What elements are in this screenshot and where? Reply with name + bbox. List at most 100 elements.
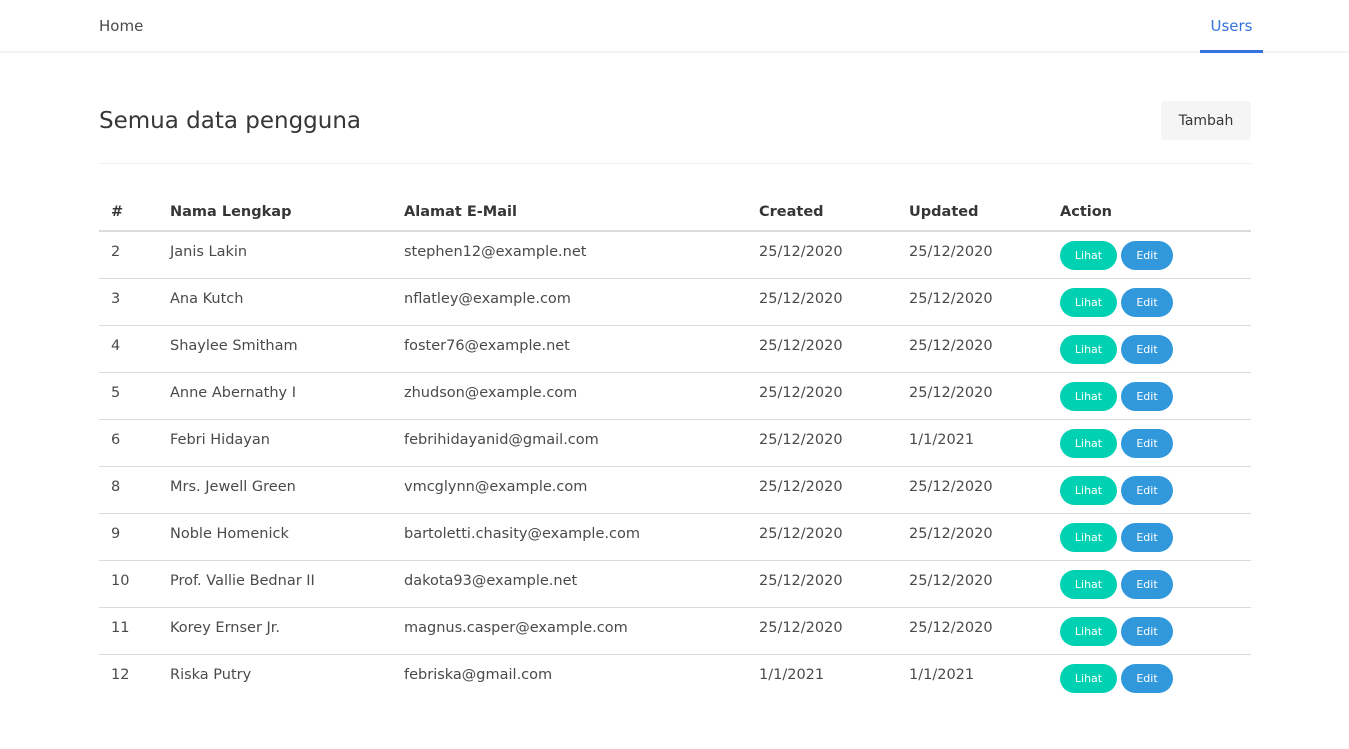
edit-button[interactable]: Edit bbox=[1121, 663, 1173, 693]
cell-created: 25/12/2020 bbox=[747, 372, 897, 420]
cell-created: 25/12/2020 bbox=[747, 231, 897, 279]
cell-email: nflatley@example.com bbox=[392, 278, 747, 326]
cell-updated: 1/1/2021 bbox=[897, 419, 1048, 467]
page-header: Semua data pengguna Tambah bbox=[99, 100, 1251, 164]
cell-email: zhudson@example.com bbox=[392, 372, 747, 420]
cell-created: 25/12/2020 bbox=[747, 466, 897, 514]
cell-updated: 25/12/2020 bbox=[897, 466, 1048, 514]
table-row: 4 Shaylee Smitham foster76@example.net 25/1… bbox=[99, 325, 1251, 373]
users-table: # Nama Lengkap Alamat E-Mail Created Upd… bbox=[99, 193, 1251, 701]
cell-number: 10 bbox=[99, 560, 158, 608]
table-row: 6 Febri Hidayan febrihidayanid@gmail.com 25… bbox=[99, 419, 1251, 467]
cell-name: Riska Putry bbox=[170, 666, 252, 683]
cell-actions: Lihat Edit bbox=[1048, 607, 1251, 655]
cell-actions: Lihat Edit bbox=[1048, 372, 1251, 420]
cell-updated: 25/12/2020 bbox=[897, 607, 1048, 655]
cell-actions: Lihat Edit bbox=[1048, 419, 1251, 467]
view-button[interactable]: Lihat bbox=[1060, 428, 1117, 458]
cell-created: 25/12/2020 bbox=[747, 325, 897, 373]
page-title: Semua data pengguna bbox=[99, 108, 362, 134]
table-header-row: # Nama Lengkap Alamat E-Mail Created Upd… bbox=[99, 193, 1251, 232]
cell-email: dakota93@example.net bbox=[392, 560, 747, 608]
view-button[interactable]: Lihat bbox=[1060, 522, 1117, 552]
navbar: Home Users bbox=[0, 0, 1349, 53]
column-header-email: Alamat E-Mail bbox=[392, 193, 747, 232]
edit-button[interactable]: Edit bbox=[1121, 287, 1173, 317]
cell-created: 25/12/2020 bbox=[747, 513, 897, 561]
cell-email: febrihidayanid@gmail.com bbox=[392, 419, 747, 467]
cell-number: 3 bbox=[99, 278, 158, 326]
view-button[interactable]: Lihat bbox=[1060, 663, 1117, 693]
cell-name: Korey Ernser Jr. bbox=[158, 607, 392, 655]
cell-updated: 1/1/2021 bbox=[909, 666, 975, 683]
edit-button[interactable]: Edit bbox=[1121, 334, 1173, 364]
cell-name: Anne Abernathy I bbox=[158, 372, 392, 420]
cell-number: 6 bbox=[99, 419, 158, 467]
cell-name: Noble Homenick bbox=[158, 513, 392, 561]
edit-button[interactable]: Edit bbox=[1121, 381, 1173, 411]
cell-number: 8 bbox=[99, 466, 158, 514]
cell-actions: Lihat Edit bbox=[1048, 466, 1251, 514]
cell-updated: 25/12/2020 bbox=[897, 278, 1048, 326]
cell-created: 25/12/2020 bbox=[747, 278, 897, 326]
table-row: 11 Korey Ernser Jr. magnus.casper@example.… bbox=[99, 607, 1251, 655]
edit-button[interactable]: Edit bbox=[1121, 522, 1173, 552]
view-button[interactable]: Lihat bbox=[1060, 287, 1117, 317]
table-body: 2 Janis Lakin stephen12@example.net 25/12/2… bbox=[99, 231, 1251, 701]
column-header-name: Nama Lengkap bbox=[158, 193, 392, 232]
cell-name: Mrs. Jewell Green bbox=[158, 466, 392, 514]
cell-created: 25/12/2020 bbox=[747, 607, 897, 655]
cell-actions: Lihat Edit bbox=[1048, 231, 1251, 279]
table-row: 5 Anne Abernathy Izhudson@example.com 25/1… bbox=[99, 372, 1251, 420]
view-button[interactable]: Lihat bbox=[1060, 381, 1117, 411]
cell-created: 25/12/2020 bbox=[747, 419, 897, 467]
edit-button[interactable]: Edit bbox=[1121, 475, 1173, 505]
cell-email: stephen12@example.net bbox=[392, 231, 747, 279]
cell-updated: 25/12/2020 bbox=[897, 372, 1048, 420]
view-button[interactable]: Lihat bbox=[1060, 569, 1117, 599]
cell-email: vmcglynn@example.com bbox=[392, 466, 747, 514]
cell-name: Febri Hidayan bbox=[158, 419, 392, 467]
table-row: 10 Prof. Vallie Bednar II dakota93@example… bbox=[99, 560, 1251, 608]
view-button[interactable]: Lihat bbox=[1060, 616, 1117, 646]
column-header-updated: Updated bbox=[897, 193, 1048, 232]
cell-actions: Lihat Edit bbox=[1048, 325, 1251, 373]
cell-actions: Lihat Edit bbox=[1048, 654, 1251, 701]
edit-button[interactable]: Edit bbox=[1121, 428, 1173, 458]
cell-name: Ana Kutch bbox=[158, 278, 392, 326]
cell-email: magnus.casper@example.com bbox=[392, 607, 747, 655]
cell-actions: Lihat Edit bbox=[1048, 513, 1251, 561]
cell-number: 2 bbox=[99, 231, 158, 279]
add-user-button[interactable]: Tambah bbox=[1161, 101, 1251, 140]
edit-button[interactable]: Edit bbox=[1121, 616, 1173, 646]
cell-number: 5 bbox=[99, 372, 158, 420]
column-header-action: Action bbox=[1048, 193, 1251, 232]
table-row: 12 Riska Putry febriska@gmail.com 1/1/2021 1… bbox=[99, 654, 1251, 701]
cell-email: foster76@example.net bbox=[392, 325, 747, 373]
view-button[interactable]: Lihat bbox=[1060, 334, 1117, 364]
cell-name: Janis Lakin bbox=[158, 231, 392, 279]
cell-email: bartoletti.chasity@example.com bbox=[392, 513, 747, 561]
view-button[interactable]: Lihat bbox=[1060, 475, 1117, 505]
table-row: 3 Ana Kutch nflatley@example.com 25/12/2020… bbox=[99, 278, 1251, 326]
cell-updated: 25/12/2020 bbox=[897, 231, 1048, 279]
cell-updated: 25/12/2020 bbox=[897, 560, 1048, 608]
cell-created: 25/12/2020 bbox=[747, 560, 897, 608]
cell-email: febriska@gmail.com bbox=[404, 666, 553, 683]
view-button[interactable]: Lihat bbox=[1060, 241, 1117, 270]
edit-button[interactable]: Edit bbox=[1121, 569, 1173, 599]
cell-updated: 25/12/2020 bbox=[897, 325, 1048, 373]
cell-name: Shaylee Smitham bbox=[158, 325, 392, 373]
column-header-created: Created bbox=[747, 193, 897, 232]
cell-updated: 25/12/2020 bbox=[897, 513, 1048, 561]
edit-button[interactable]: Edit bbox=[1121, 241, 1173, 270]
cell-number: 12 bbox=[111, 666, 130, 683]
table-row: 8 Mrs. Jewell Green vmcglynn@example.com 25… bbox=[99, 466, 1251, 514]
cell-name: Prof. Vallie Bednar II bbox=[158, 560, 392, 608]
table-row: 9 Noble Homenick bartoletti.chasity@exampl… bbox=[99, 513, 1251, 561]
nav-home-link[interactable]: Home bbox=[99, 17, 143, 35]
nav-users-tab[interactable]: Users bbox=[1200, 0, 1263, 53]
cell-actions: Lihat Edit bbox=[1048, 560, 1251, 608]
table-row: 2 Janis Lakin stephen12@example.net 25/12/2… bbox=[99, 231, 1251, 279]
cell-number: 4 bbox=[99, 325, 158, 373]
